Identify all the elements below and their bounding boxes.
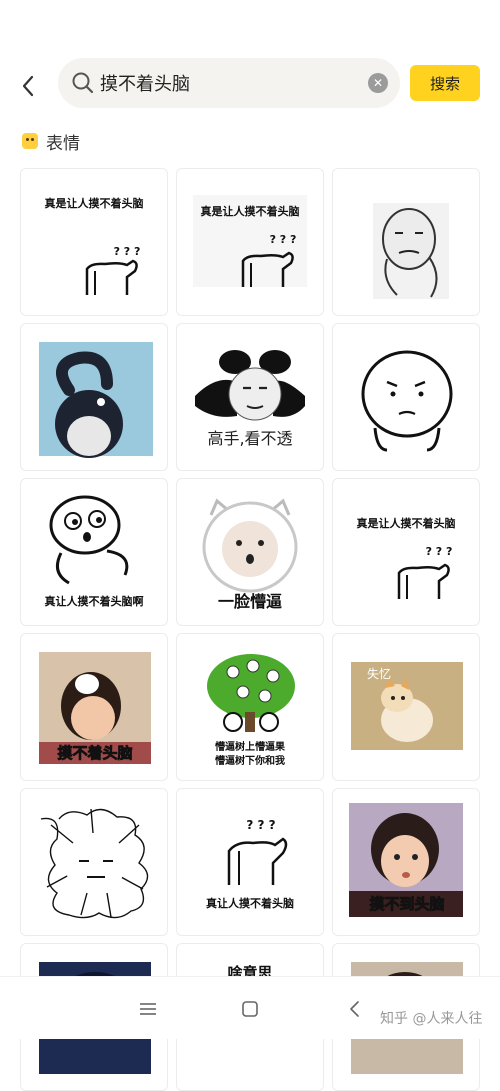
- menu-button[interactable]: [134, 995, 162, 1023]
- sticker-extra: ? ? ?: [270, 233, 297, 246]
- sticker-image: ? ? ? 真让人摸不着头脑: [206, 818, 294, 910]
- sticker-tile[interactable]: 摸不着头脑: [20, 633, 168, 781]
- sticker-image: 失忆: [351, 662, 463, 750]
- sticker-caption: 一脸懵逼: [218, 592, 282, 611]
- sticker-tile[interactable]: [332, 323, 480, 471]
- sticker-tile[interactable]: [20, 788, 168, 936]
- sticker-caption: 真让人摸不着头脑: [206, 896, 294, 910]
- clear-icon[interactable]: ✕: [368, 73, 388, 93]
- sticker-caption: 摸不到头脑: [369, 895, 444, 913]
- home-icon: [242, 1001, 258, 1017]
- sticker-tile[interactable]: [332, 168, 480, 316]
- sticker-tile[interactable]: 懵逼树上懵逼果 懵逼树下你和我: [176, 633, 324, 781]
- sticker-image: 懵逼树上懵逼果 懵逼树下你和我: [207, 654, 295, 767]
- sticker-caption: 真是让人摸不着头脑: [357, 516, 456, 530]
- search-icon: [70, 70, 96, 96]
- section-title: 表情: [46, 133, 80, 154]
- sticker-caption: 懵逼树上懵逼果: [215, 740, 286, 753]
- search-button[interactable]: 搜索: [410, 65, 480, 101]
- sticker-image: 真是让人摸不着头脑 ? ? ?: [357, 516, 456, 599]
- sticker-caption-line2: 懵逼树下你和我: [215, 754, 285, 767]
- sticker-tile[interactable]: 一脸懵逼: [176, 478, 324, 626]
- sticker-caption: 真让人摸不着头脑啊: [45, 594, 144, 608]
- sticker-caption: 失忆: [367, 666, 391, 681]
- section-header: 表情: [22, 128, 80, 154]
- search-input[interactable]: 摸不着头脑 ✕: [58, 58, 400, 108]
- sticker-image: [39, 342, 153, 458]
- sticker-image: [373, 203, 449, 299]
- sticker-image: [40, 808, 149, 919]
- search-bar: 摸不着头脑 ✕ 搜索: [0, 56, 500, 114]
- system-back-button[interactable]: [340, 995, 368, 1023]
- sticker-category-icon: [22, 133, 38, 149]
- sticker-tile[interactable]: 真是让人摸不着头脑 ? ? ?: [20, 168, 168, 316]
- sticker-image: [361, 350, 453, 452]
- sticker-tile[interactable]: [20, 323, 168, 471]
- sticker-extra: ? ? ?: [426, 545, 453, 558]
- menu-icon: [140, 1003, 156, 1015]
- sticker-extra: ? ? ?: [114, 245, 141, 258]
- chevron-left-icon: [22, 75, 34, 97]
- search-query[interactable]: 摸不着头脑: [100, 70, 368, 96]
- sticker-tile[interactable]: 真是让人摸不着头脑 ? ? ?: [332, 478, 480, 626]
- sticker-image: 真让人摸不着头脑啊: [45, 495, 144, 608]
- watermark: 知乎 @人来人往: [380, 1011, 483, 1027]
- sticker-image: 摸不着头脑: [39, 652, 151, 764]
- sticker-caption: 摸不着头脑: [57, 744, 132, 762]
- sticker-image: 摸不到头脑: [349, 803, 463, 917]
- sticker-tile[interactable]: 高手,看不透: [176, 323, 324, 471]
- sticker-tile[interactable]: ? ? ? 真让人摸不着头脑: [176, 788, 324, 936]
- sticker-grid: 真是让人摸不着头脑 ? ? ? 真是让人摸不着头脑 ? ? ? 高手,看不透 真…: [20, 168, 480, 1091]
- sticker-tile[interactable]: 失忆: [332, 633, 480, 781]
- sticker-image: 真是让人摸不着头脑 ? ? ?: [45, 196, 144, 295]
- home-button[interactable]: [236, 995, 264, 1023]
- sticker-image: 高手,看不透: [195, 350, 305, 448]
- sticker-image: 真是让人摸不着头脑 ? ? ?: [193, 195, 307, 287]
- sticker-caption: 高手,看不透: [207, 429, 292, 448]
- sticker-tile[interactable]: 真是让人摸不着头脑 ? ? ?: [176, 168, 324, 316]
- sticker-caption: 真是让人摸不着头脑: [201, 204, 300, 218]
- sticker-caption: 真是让人摸不着头脑: [45, 196, 144, 210]
- back-button[interactable]: [14, 72, 42, 100]
- back-arrow-icon: [350, 1001, 359, 1017]
- sticker-tile[interactable]: 摸不到头脑: [332, 788, 480, 936]
- sticker-extra: ? ? ?: [246, 818, 275, 832]
- sticker-tile[interactable]: 真让人摸不着头脑啊: [20, 478, 168, 626]
- sticker-image: 一脸懵逼: [202, 498, 298, 611]
